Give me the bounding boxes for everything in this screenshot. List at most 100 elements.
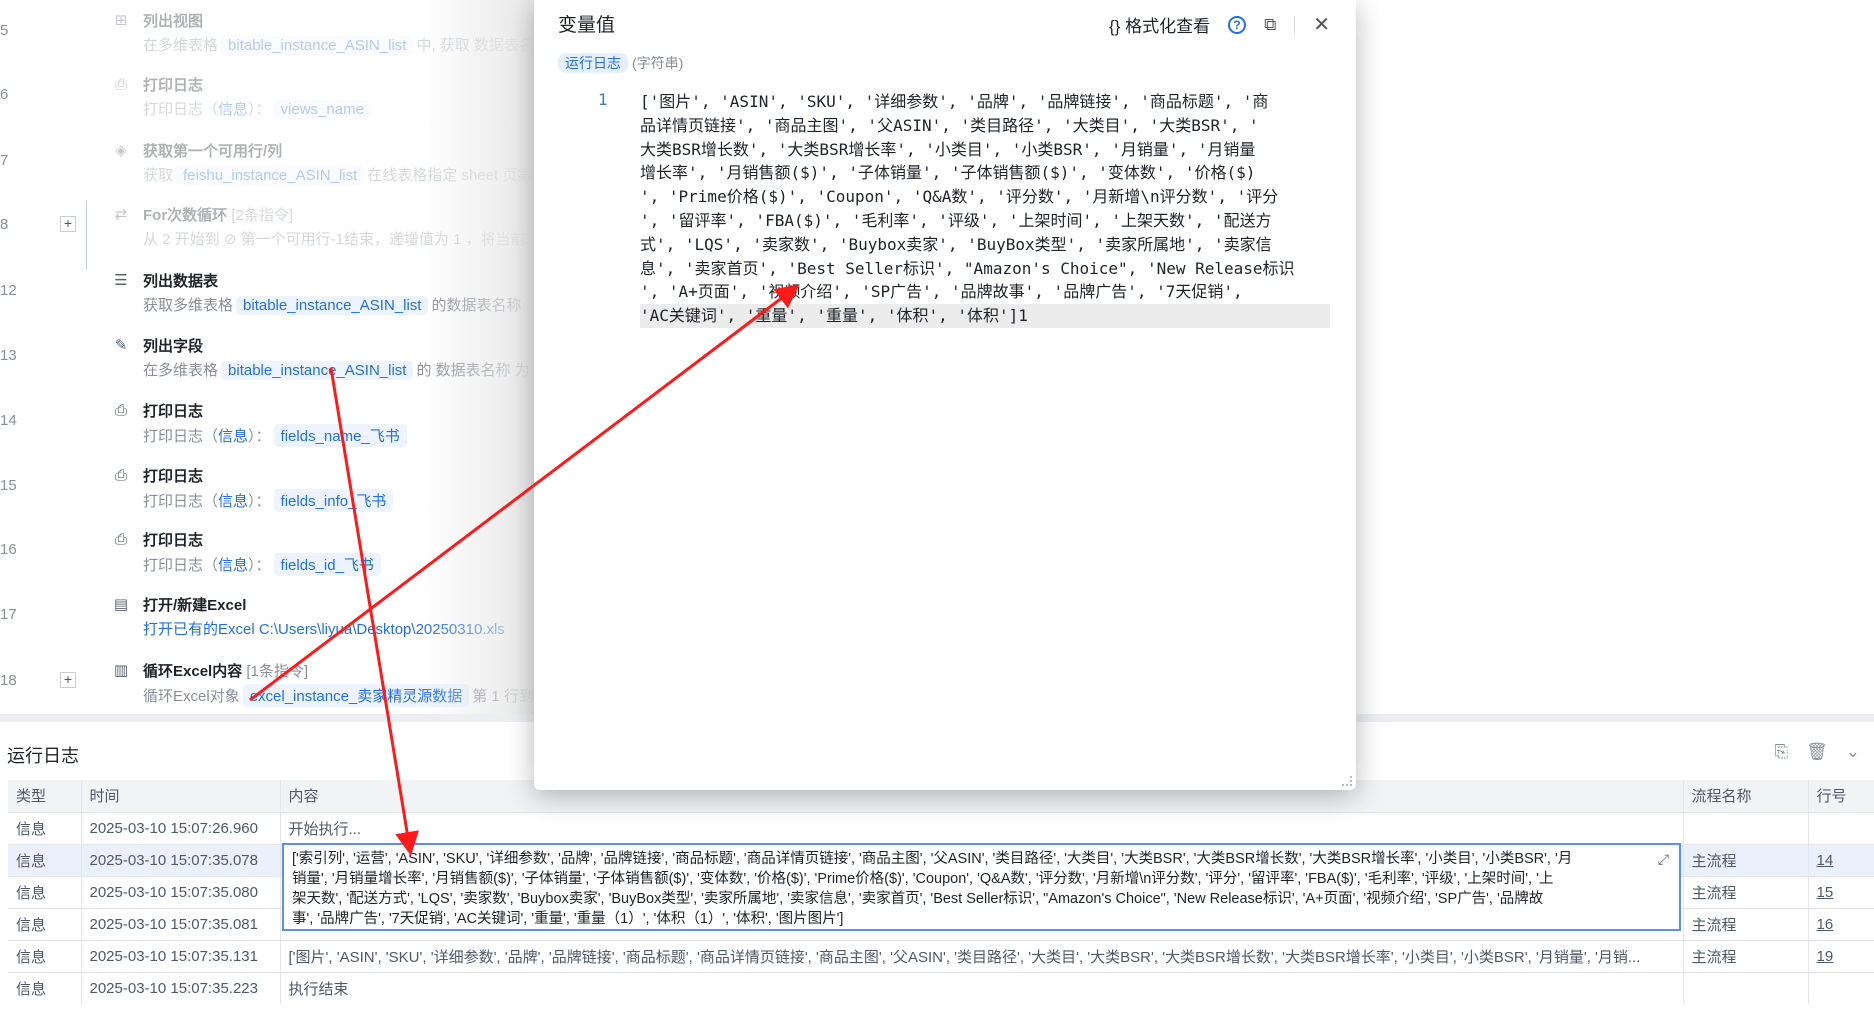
step-title-text: For次数循环: [143, 207, 228, 224]
step-line-number: 18: [0, 672, 17, 689]
resize-handle[interactable]: [1342, 776, 1352, 786]
variable-chip[interactable]: feishu_instance_ASIN_list: [176, 166, 365, 185]
log-flow-name: 主流程: [1683, 875, 1809, 908]
step-title: 打开/新建Excel: [143, 594, 246, 615]
step-title-text: 打印日志: [143, 468, 204, 485]
log-content[interactable]: 执行结束: [280, 971, 1684, 1004]
log-content[interactable]: ['图片', 'ASIN', 'SKU', '详细参数', '品牌', '品牌链…: [280, 939, 1684, 972]
step-desc-text: ）：: [248, 101, 271, 118]
step-desc-text: ）：: [248, 428, 271, 445]
step-line-number: 6: [0, 86, 9, 103]
log-flow-name: 主流程: [1683, 907, 1809, 940]
log-level[interactable]: 信息: [218, 493, 248, 510]
log-type: 信息: [8, 939, 82, 972]
printer-icon: ⎙: [114, 531, 127, 548]
step-title: 打印日志: [143, 529, 203, 550]
dialog-shadow: [420, 0, 534, 714]
log-line-cell: [1808, 971, 1874, 1004]
expanded-content-line: 架天数', '配送方式', 'LQS', '卖家数', 'Buybox卖家', …: [292, 891, 1544, 907]
expanded-content-line: 销量', '月销量增长率', '月销售额($)', '子体销量', '子体销售额…: [292, 871, 1554, 887]
step-desc-text: 打印日志（: [143, 428, 219, 445]
step-desc-text: ）：: [248, 493, 271, 510]
variable-chip[interactable]: bitable_instance_ASIN_list: [221, 36, 414, 55]
step-title-text: 打印日志: [143, 403, 204, 420]
log-time: 2025-03-10 15:07:35.131: [81, 939, 281, 972]
step-description: 打印日志（信息）： fields_info_飞书: [143, 489, 396, 512]
step-desc-text: 打印日志（: [143, 101, 219, 118]
step-count: [1条指令]: [246, 663, 309, 680]
expand-icon[interactable]: ⤢: [1658, 849, 1669, 869]
log-flow-name: [1683, 971, 1809, 1004]
log-level[interactable]: 信息: [218, 557, 248, 574]
column-header[interactable]: 时间: [81, 780, 281, 812]
step-title-text: 获取第一个可用行/列: [143, 143, 283, 160]
variable-chip[interactable]: fields_id_飞书: [273, 553, 381, 576]
step-desc-text: 在多维表格: [143, 37, 219, 54]
expand-toggle-button[interactable]: +: [60, 216, 76, 232]
log-content[interactable]: 开始执行...: [280, 811, 1684, 844]
code-line: ', 'Prime价格($)', 'Coupon', 'Q&A数', '评分数'…: [640, 187, 1279, 207]
log-type: 信息: [8, 907, 82, 940]
variable-chip[interactable]: fields_name_飞书: [273, 424, 407, 447]
column-header[interactable]: 行号: [1808, 780, 1874, 812]
log-type: 信息: [8, 875, 82, 908]
log-time: 2025-03-10 15:07:35.078: [81, 843, 281, 876]
column-header[interactable]: 类型: [8, 780, 82, 812]
step-title: 打印日志: [143, 74, 203, 95]
copy-icon[interactable]: ⧉: [1264, 15, 1276, 35]
expanded-log-content[interactable]: ⤢ ['索引列', '运营', 'ASIN', 'SKU', '详细参数', '…: [282, 843, 1681, 931]
log-level[interactable]: 信息: [218, 101, 248, 118]
table-list-icon: ☰: [114, 272, 128, 289]
log-line-link[interactable]: 16: [1817, 916, 1834, 933]
table-row[interactable]: 信息 2025-03-10 15:07:26.960 开始执行...: [8, 811, 1874, 844]
step-title-text: 打印日志: [143, 532, 204, 549]
expanded-content-line: 事', '品牌广告', '7天促销', 'AC关键词', '重量', '重量（1…: [292, 911, 844, 927]
step-title: 获取第一个可用行/列: [143, 140, 282, 161]
log-line-cell: 14: [1808, 843, 1874, 876]
format-view-button[interactable]: {} 格式化查看: [1109, 12, 1210, 37]
expand-toggle-button[interactable]: +: [60, 672, 76, 688]
dialog-title: 变量值: [558, 15, 616, 36]
chevron-down-icon[interactable]: ⌄: [1846, 742, 1860, 762]
table-row[interactable]: 信息 2025-03-10 15:07:35.223 执行结束: [8, 971, 1874, 1004]
layers-icon: ◈: [115, 142, 127, 159]
code-line: 大类BSR增长数', '大类BSR增长率', '小类目', '小类BSR', '…: [640, 139, 1256, 159]
log-type: 信息: [8, 843, 82, 876]
export-log-icon[interactable]: ⎘: [1775, 742, 1789, 762]
step-title: For次数循环 [2条指令]: [143, 204, 293, 225]
variable-chip[interactable]: fields_info_飞书: [273, 489, 394, 512]
field-icon: ✎: [114, 337, 128, 354]
log-flow-name: 主流程: [1683, 843, 1809, 876]
step-title: 列出视图: [143, 10, 203, 31]
step-title-text: 列出字段: [143, 338, 204, 355]
variable-chip[interactable]: bitable_instance_ASIN_list: [236, 296, 429, 315]
step-desc-text: 打印日志（: [143, 493, 219, 510]
step-line-number: 13: [0, 347, 17, 364]
log-line-link[interactable]: 15: [1817, 884, 1834, 901]
log-line-link[interactable]: 14: [1817, 852, 1834, 869]
log-level[interactable]: 信息: [218, 428, 248, 445]
loop-icon: ⇄: [114, 206, 128, 223]
log-line-link[interactable]: 19: [1817, 948, 1834, 965]
step-title: 列出字段: [143, 335, 203, 356]
step-description: 打印日志（信息）： views_name: [143, 98, 374, 119]
close-icon[interactable]: ✕: [1313, 12, 1330, 37]
variable-chip[interactable]: bitable_instance_ASIN_list: [221, 361, 414, 380]
step-title-text: 列出视图: [143, 13, 204, 30]
table-row[interactable]: 信息 2025-03-10 15:07:35.131 ['图片', 'ASIN', …: [8, 939, 1874, 972]
variable-chip[interactable]: views_name: [273, 100, 371, 119]
log-line-cell: 15: [1808, 875, 1874, 908]
step-desc-text: 打印日志（: [143, 557, 219, 574]
printer-icon: ⎙: [114, 402, 127, 419]
log-time: 2025-03-10 15:07:35.223: [81, 971, 281, 1004]
log-line-cell: 16: [1808, 907, 1874, 940]
column-header[interactable]: 流程名称: [1683, 780, 1809, 812]
step-title-text: 打印日志: [143, 77, 204, 94]
code-line: 品详情页链接', '商品主图', '父ASIN', '类目路径', '大类目',…: [640, 115, 1259, 135]
code-line: 增长率', '月销售额($)', '子体销量', '子体销售额($)', '变体…: [640, 163, 1256, 183]
trash-icon[interactable]: 🗑: [1806, 742, 1828, 762]
help-icon[interactable]: ?: [1228, 15, 1247, 34]
step-title-text: 循环Excel内容: [143, 663, 243, 680]
log-time: 2025-03-10 15:07:35.080: [81, 875, 281, 908]
step-desc-text: ）：: [248, 557, 271, 574]
